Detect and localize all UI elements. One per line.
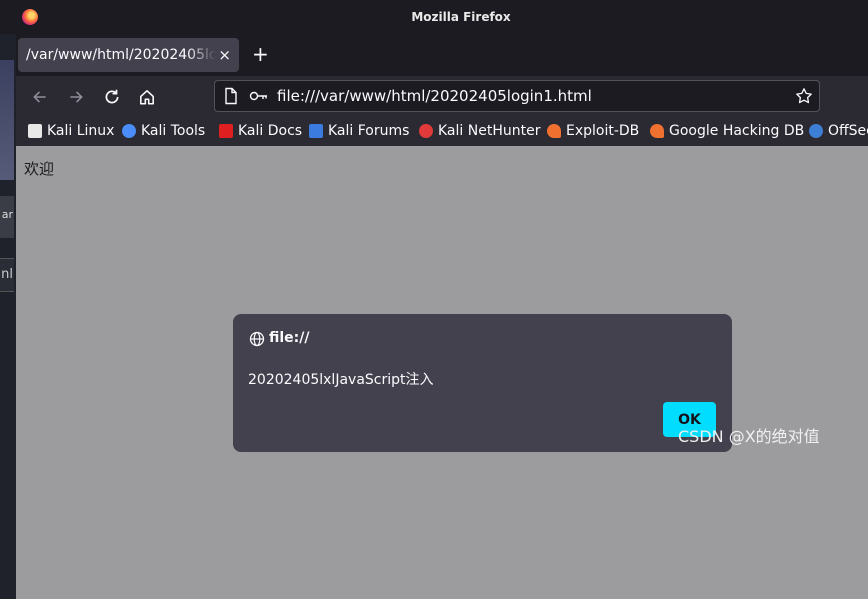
google-hacking-db-icon [650, 124, 664, 138]
desktop-wallpaper-strip [0, 60, 14, 180]
bookmark-label: Kali NetHunter [438, 123, 541, 139]
key-icon[interactable] [249, 88, 269, 104]
bookmark-kali-linux[interactable]: Kali Linux [28, 123, 114, 139]
dialog-origin: file:// [269, 330, 310, 346]
tab-title: /var/www/html/20202405login1.html [26, 47, 216, 63]
globe-icon [249, 331, 265, 347]
bookmark-offsec[interactable]: OffSec [809, 123, 868, 139]
exploit-db-icon [547, 124, 561, 138]
navigation-toolbar: file:///var/www/html/20202405login1.html [16, 76, 868, 118]
back-button[interactable] [28, 85, 52, 109]
bookmark-star-icon[interactable] [795, 87, 813, 105]
arrow-left-icon [33, 91, 46, 103]
welcome-text: 欢迎 [24, 160, 55, 178]
tab-active[interactable]: /var/www/html/20202405login1.html × [18, 38, 239, 72]
bookmark-kali-forums[interactable]: Kali Forums [309, 123, 409, 139]
home-icon [140, 90, 154, 105]
bookmark-exploit-db[interactable]: Exploit-DB [547, 123, 639, 139]
page-icon [225, 87, 237, 105]
arrow-right-icon [70, 91, 83, 103]
alert-dialog: file:// 20202405lxlJavaScript注入 OK [233, 314, 732, 452]
desktop-background: ar nl [0, 0, 16, 599]
title-bar: Mozilla Firefox [0, 0, 868, 34]
dialog-message: 20202405lxlJavaScript注入 [248, 372, 434, 388]
bookmark-label: Kali Tools [141, 123, 206, 139]
kali-nethunter-icon [419, 124, 433, 138]
bookmark-google-hacking-db[interactable]: Google Hacking DB [650, 123, 804, 139]
bookmark-label: OffSec [828, 123, 868, 139]
desktop-window-fragment-2: nl [0, 258, 14, 292]
forward-button[interactable] [64, 85, 88, 109]
reload-button[interactable] [100, 85, 124, 109]
page-content: 欢迎 file:// 20202405lxlJavaScript注入 OK [16, 146, 868, 599]
kali-dragon-icon [28, 124, 42, 138]
window-title: Mozilla Firefox [411, 10, 511, 24]
reload-icon [105, 89, 119, 104]
bookmark-label: Google Hacking DB [669, 123, 805, 139]
bookmark-label: Kali Docs [238, 123, 303, 139]
url-text[interactable]: file:///var/www/html/20202405login1.html [277, 87, 592, 105]
kali-forums-icon [309, 124, 323, 138]
home-button[interactable] [135, 85, 159, 109]
bookmarks-toolbar: Kali Linux Kali Tools Kali Docs Kali For… [16, 118, 868, 146]
kali-tools-icon [122, 124, 136, 138]
bookmark-label: Kali Forums [328, 123, 410, 139]
desktop-window-fragment: ar [0, 196, 14, 238]
csdn-watermark: CSDN @X的绝对值 [678, 427, 820, 446]
bookmark-label: Kali Linux [47, 123, 115, 139]
kali-docs-icon [219, 124, 233, 138]
firefox-window: Mozilla Firefox /var/www/html/20202405lo… [0, 0, 868, 599]
tab-bar: /var/www/html/20202405login1.html × + [16, 34, 868, 76]
tab-close-icon[interactable]: × [218, 46, 231, 64]
bookmark-kali-nethunter[interactable]: Kali NetHunter [419, 123, 540, 139]
bookmark-kali-docs[interactable]: Kali Docs [219, 123, 302, 139]
offsec-icon [809, 124, 823, 138]
bookmark-label: Exploit-DB [566, 123, 640, 139]
new-tab-button[interactable]: + [252, 42, 269, 66]
desktop-fragment-label: ar [1, 208, 13, 221]
bookmark-kali-tools[interactable]: Kali Tools [122, 123, 205, 139]
url-bar[interactable]: file:///var/www/html/20202405login1.html [214, 80, 820, 112]
desktop-fragment-label-2: nl [1, 267, 13, 282]
